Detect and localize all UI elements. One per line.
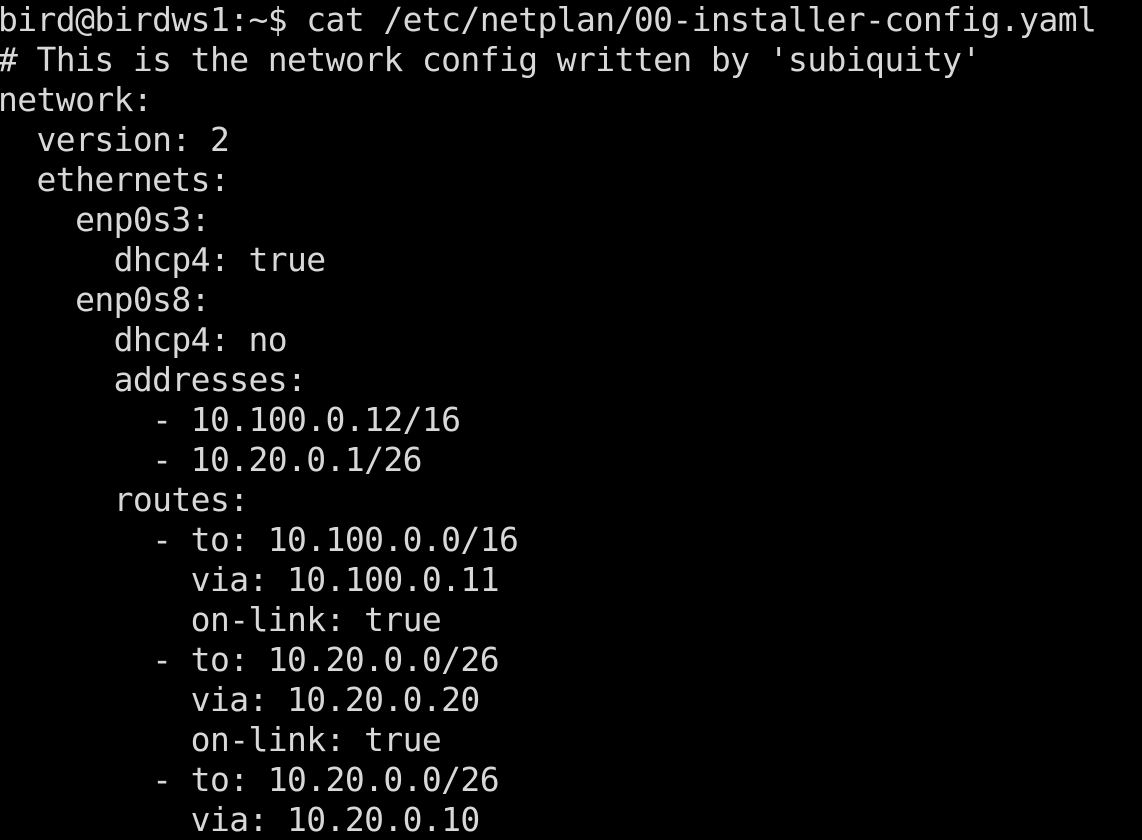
yaml-line-addresses: addresses: bbox=[0, 360, 307, 399]
prompt-command-line: bird@birdws1:~$ cat /etc/netplan/00-inst… bbox=[0, 0, 1097, 39]
yaml-line-ethernets: ethernets: bbox=[0, 160, 230, 199]
yaml-line-enp0s8-dhcp4: dhcp4: no bbox=[0, 320, 288, 359]
yaml-line-route-1-via: via: 10.100.0.11 bbox=[0, 560, 500, 599]
yaml-line-route-2-to: - to: 10.20.0.0/26 bbox=[0, 640, 499, 679]
yaml-line-route-2-onlink: on-link: true bbox=[0, 720, 442, 759]
yaml-line-route-1-onlink: on-link: true bbox=[0, 600, 442, 639]
terminal-window[interactable]: bird@birdws1:~$ cat /etc/netplan/00-inst… bbox=[0, 0, 1142, 839]
yaml-line-route-1-to: - to: 10.100.0.0/16 bbox=[0, 520, 519, 559]
yaml-line-version: version: 2 bbox=[0, 120, 230, 159]
yaml-line-enp0s3: enp0s3: bbox=[0, 200, 210, 239]
yaml-line-enp0s3-dhcp4: dhcp4: true bbox=[0, 240, 327, 279]
yaml-line-route-2-via: via: 10.20.0.20 bbox=[0, 680, 481, 719]
yaml-line-address-1: - 10.100.0.12/16 bbox=[0, 400, 461, 439]
yaml-line-routes: routes: bbox=[0, 480, 249, 519]
yaml-line-route-3-to: - to: 10.20.0.0/26 bbox=[0, 760, 499, 799]
yaml-comment-line: # This is the network config written by … bbox=[0, 40, 981, 79]
yaml-line-address-2: - 10.20.0.1/26 bbox=[0, 440, 422, 479]
yaml-line-enp0s8: enp0s8: bbox=[0, 280, 210, 319]
yaml-line-route-3-via: via: 10.20.0.10 bbox=[0, 800, 481, 839]
yaml-line-network: network: bbox=[0, 80, 153, 119]
